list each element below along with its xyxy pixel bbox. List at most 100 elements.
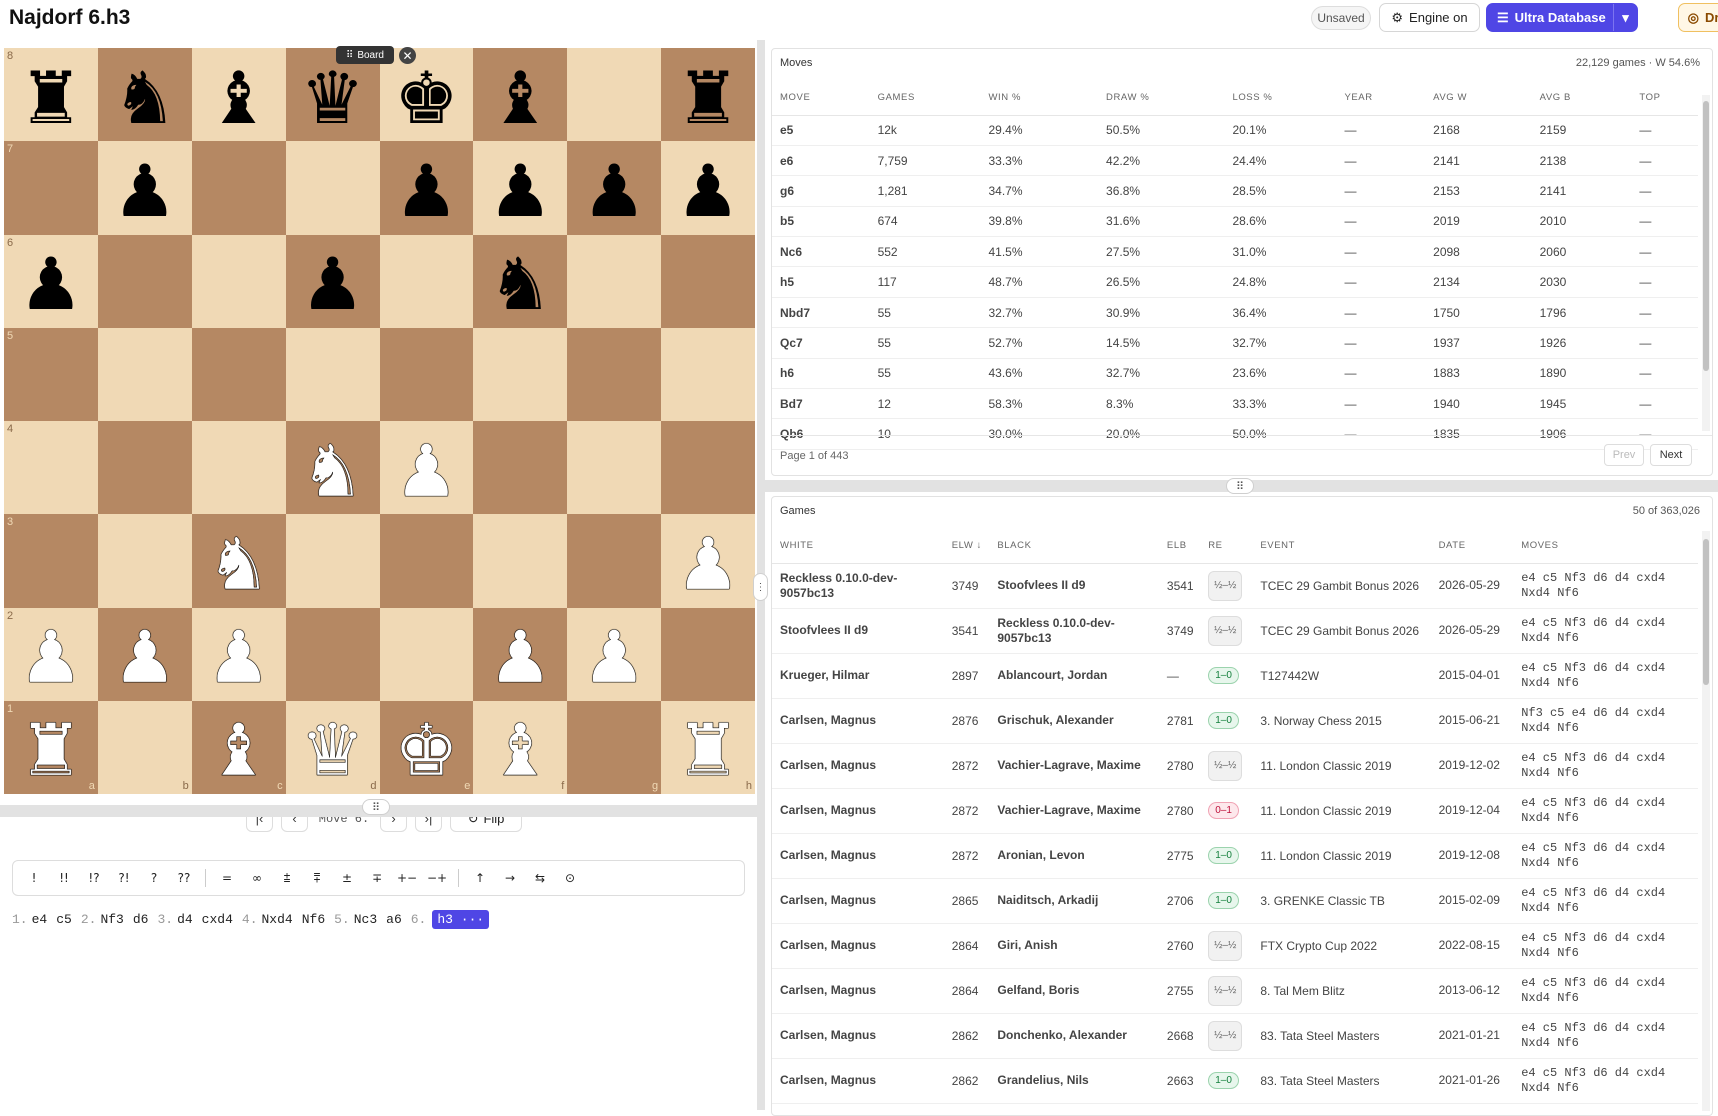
square-d4[interactable]: ♞: [285, 421, 380, 515]
scroll-thumb[interactable]: [1703, 539, 1709, 685]
annotation-button[interactable]: ??: [169, 871, 199, 885]
black-pawn-icon[interactable]: ♟: [394, 155, 459, 227]
table-row[interactable]: e5 12k 29.4% 50.5% 20.1% —2168 2159—: [772, 115, 1698, 146]
square-d5[interactable]: [285, 327, 380, 421]
board-drag-handle[interactable]: ⠿ Board: [336, 46, 394, 64]
table-row[interactable]: Krueger, Hilmar 2897 Ablancourt, Jordan — 1–…: [772, 653, 1698, 699]
table-row[interactable]: Carlsen, Magnus 2872 Vachier-Lagrave, Maxi…: [772, 743, 1698, 789]
column-header[interactable]: RE: [1200, 529, 1253, 564]
annotation-button[interactable]: +−: [392, 871, 422, 885]
square-b3[interactable]: [97, 514, 192, 608]
table-row[interactable]: Reckless 0.10.0-dev-9057bc13 3749 Stoofvle…: [772, 563, 1698, 609]
annotation-button[interactable]: ⩲: [272, 871, 302, 886]
current-move[interactable]: h3 ···: [432, 910, 490, 929]
column-header[interactable]: TOP: [1631, 81, 1698, 116]
square-a4[interactable]: 4: [4, 421, 98, 515]
white-rook-icon[interactable]: ♜: [676, 714, 741, 786]
square-f4[interactable]: [473, 421, 568, 515]
square-b4[interactable]: [97, 421, 192, 515]
column-header[interactable]: WHITE: [772, 529, 944, 564]
white-bishop-icon[interactable]: ♝: [488, 714, 553, 786]
column-header[interactable]: AVG B: [1531, 81, 1632, 116]
square-h4[interactable]: [661, 421, 755, 515]
pgn-move[interactable]: d6: [133, 912, 149, 927]
white-pawn-icon[interactable]: ♟: [394, 434, 459, 506]
vertical-grip-icon[interactable]: ⋮: [753, 573, 768, 601]
column-header[interactable]: WIN %: [980, 81, 1099, 116]
column-header[interactable]: MOVES: [1513, 529, 1698, 564]
black-pawn-icon[interactable]: ♟: [19, 248, 84, 320]
annotation-button[interactable]: −+: [422, 871, 452, 885]
black-pawn-icon[interactable]: ♟: [488, 155, 553, 227]
column-header[interactable]: MOVE: [772, 81, 870, 116]
pgn-move[interactable]: Nc3: [354, 912, 377, 927]
black-bishop-icon[interactable]: ♝: [488, 62, 553, 134]
grip-icon[interactable]: ⠿: [1226, 478, 1254, 494]
square-d6[interactable]: ♟: [285, 234, 380, 328]
table-row[interactable]: h6 55 43.6% 32.7% 23.6% —1883 1890—: [772, 358, 1698, 390]
pgn-move[interactable]: cxd4: [202, 912, 233, 927]
white-knight-icon[interactable]: ♞: [300, 434, 365, 506]
column-header[interactable]: BLACK: [989, 529, 1159, 564]
moves-scrollbar[interactable]: [1702, 95, 1710, 431]
white-pawn-icon[interactable]: ♟: [582, 621, 647, 693]
black-knight-icon[interactable]: ♞: [488, 248, 553, 320]
table-row[interactable]: Carlsen, Magnus 2872 Vachier-Lagrave, Maxi…: [772, 788, 1698, 834]
ultra-database-button[interactable]: ☰ Ultra Database ▾: [1486, 3, 1638, 32]
square-f1[interactable]: f ♝: [473, 700, 568, 794]
square-c3[interactable]: ♞: [191, 514, 286, 608]
prev-page-button[interactable]: Prev: [1604, 444, 1644, 466]
scroll-thumb[interactable]: [1703, 101, 1709, 371]
column-header[interactable]: ELB: [1158, 529, 1201, 564]
column-header[interactable]: DATE: [1430, 529, 1514, 564]
square-a3[interactable]: 3: [4, 514, 98, 608]
square-c8[interactable]: ♝: [191, 48, 286, 142]
annotation-button[interactable]: ⩱: [302, 871, 332, 886]
column-header[interactable]: AVG W: [1425, 81, 1532, 116]
pgn-move[interactable]: Nf6: [302, 912, 325, 927]
black-pawn-icon[interactable]: ♟: [676, 155, 741, 227]
square-f3[interactable]: [473, 514, 568, 608]
column-header[interactable]: YEAR: [1336, 81, 1426, 116]
table-row[interactable]: Bd7 12 58.3% 8.3% 33.3% —1940 1945—: [772, 388, 1698, 420]
annotation-button[interactable]: ∞: [242, 871, 272, 885]
table-row[interactable]: g6 1,281 34.7% 36.8% 28.5% —2153 2141—: [772, 175, 1698, 207]
annotation-button[interactable]: ⇆: [525, 871, 555, 885]
pgn-move[interactable]: Nxd4: [262, 912, 293, 927]
white-pawn-icon[interactable]: ♟: [676, 528, 741, 600]
column-header[interactable]: LOSS %: [1224, 81, 1337, 116]
square-f7[interactable]: ♟: [473, 141, 568, 235]
white-knight-icon[interactable]: ♞: [206, 528, 271, 600]
annotation-button[interactable]: ?: [139, 871, 169, 885]
square-e3[interactable]: [379, 514, 474, 608]
white-pawn-icon[interactable]: ♟: [18, 621, 83, 693]
square-e4[interactable]: ♟: [379, 421, 474, 515]
annotation-button[interactable]: ⊙: [555, 871, 585, 885]
square-d1[interactable]: d ♛: [285, 700, 380, 794]
square-e5[interactable]: [379, 327, 474, 421]
white-bishop-icon[interactable]: ♝: [206, 714, 271, 786]
square-c7[interactable]: [191, 141, 286, 235]
table-row[interactable]: Qc7 55 52.7% 14.5% 32.7% —1937 1926—: [772, 327, 1698, 359]
square-b8[interactable]: ♞: [97, 48, 192, 142]
column-header[interactable]: GAMES: [869, 81, 981, 116]
black-king-icon[interactable]: ♚: [394, 62, 459, 134]
table-row[interactable]: Carlsen, Magnus 2862 Donchenko, Alexander 2…: [772, 1013, 1698, 1059]
square-d3[interactable]: [285, 514, 380, 608]
annotation-button[interactable]: →: [495, 871, 525, 885]
black-pawn-icon[interactable]: ♟: [582, 155, 647, 227]
square-f6[interactable]: ♞: [473, 234, 568, 328]
square-c1[interactable]: c ♝: [191, 700, 286, 794]
black-bishop-icon[interactable]: ♝: [206, 62, 271, 134]
square-a7[interactable]: 7: [4, 141, 98, 235]
pgn-move[interactable]: c5: [56, 912, 72, 927]
table-row[interactable]: Nbd7 55 32.7% 30.9% 36.4% —1750 1796—: [772, 297, 1698, 329]
white-pawn-icon[interactable]: ♟: [206, 621, 271, 693]
square-b5[interactable]: [97, 327, 192, 421]
square-a6[interactable]: 6 ♟: [4, 234, 98, 328]
square-h5[interactable]: [661, 327, 755, 421]
square-a8[interactable]: 8 ♜: [4, 48, 98, 142]
table-row[interactable]: b5 674 39.8% 31.6% 28.6% —2019 2010—: [772, 206, 1698, 238]
square-d7[interactable]: [285, 141, 380, 235]
annotation-button[interactable]: !: [19, 871, 49, 885]
